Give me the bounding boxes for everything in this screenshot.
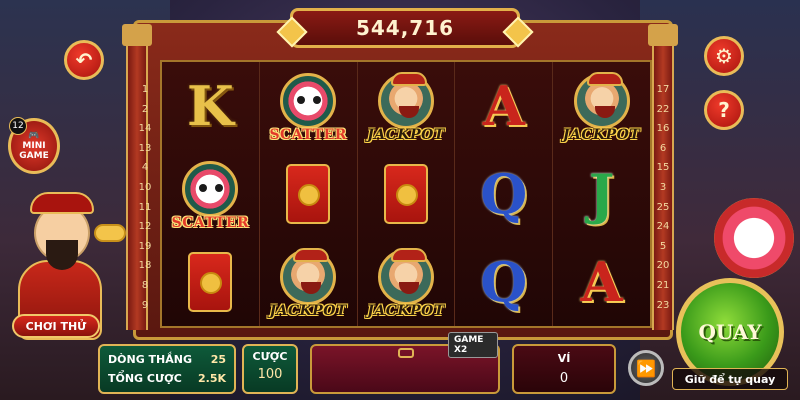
wallet-panel: VÍ 0 <box>512 344 616 394</box>
mini-game-count: 12 <box>9 117 27 135</box>
bet-label: CƯỢC <box>252 350 288 363</box>
payline-number: 20 <box>656 260 670 272</box>
payline-number: 23 <box>656 299 670 311</box>
reel-cell: K <box>162 62 259 150</box>
reel-cell <box>162 238 259 326</box>
payline-number: 22 <box>656 103 670 115</box>
spin-label: QUAY <box>698 320 762 344</box>
reel-cell: JACKPOT <box>358 238 455 326</box>
payline-number: 24 <box>656 221 670 233</box>
reel-5: JACKPOT J A <box>553 62 650 326</box>
reel-2: SCATTER JACKPOT <box>260 62 358 326</box>
jackpot-label: JACKPOT <box>562 127 641 143</box>
payline-number: 14 <box>138 123 152 135</box>
reel-4: AQQ <box>455 62 554 326</box>
reel-cell: Q <box>455 150 552 238</box>
payline-number: 3 <box>659 181 667 193</box>
win-display: GAME X2 <box>310 332 500 394</box>
jackpot-symbol: JACKPOT <box>367 72 444 143</box>
reel-cell: JACKPOT <box>553 62 650 150</box>
payline-number: 19 <box>138 240 152 252</box>
mini-game-button[interactable]: 12 🎮 MINI GAME <box>8 117 60 174</box>
payline-number: 10 <box>138 181 152 193</box>
reel-cell <box>260 150 357 238</box>
scatter-label: SCATTER <box>269 127 347 143</box>
lines-value: 25 <box>210 353 226 366</box>
reel-grid: K SCATTER SCATTER JACKPOT JACKPOT JACKPOT A Q Q J… <box>160 60 652 328</box>
lines-label: DÒNG THẮNG <box>108 353 193 366</box>
back-arrow-icon: ↶ <box>75 48 93 72</box>
bet-button[interactable]: CƯỢC 100 <box>242 344 298 394</box>
help-icon: ? <box>718 98 730 122</box>
payline-number: 5 <box>659 240 667 252</box>
reel-1: K SCATTER <box>162 62 260 326</box>
jackpot-label: JACKPOT <box>367 127 445 143</box>
payline-number: 11 <box>138 201 152 213</box>
symbol-a: A <box>580 250 623 314</box>
fast-forward-icon: ⏩ <box>636 358 656 378</box>
mini-game-label: MINI GAME <box>19 141 49 161</box>
jackpot-symbol: JACKPOT <box>367 248 444 319</box>
settings-button[interactable]: ⚙ <box>704 36 744 76</box>
payline-number: 6 <box>659 142 667 154</box>
back-button[interactable]: ↶ <box>64 40 104 80</box>
red-envelope-symbol <box>383 164 428 224</box>
help-button[interactable]: ? <box>704 90 744 130</box>
scatter-symbol: SCATTER <box>269 73 346 143</box>
payline-numbers-left: 1 2 14 13 4 10 11 12 19 18 8 9 <box>138 80 152 315</box>
scatter-symbol: SCATTER <box>172 161 249 231</box>
symbol-a: A <box>482 74 525 138</box>
payline-number: 13 <box>138 142 152 154</box>
bet-value: 100 <box>257 367 283 382</box>
lines-bet-panel: DÒNG THẮNG 25 TỔNG CƯỢC 2.5K <box>98 344 236 394</box>
reel-cell: A <box>455 62 552 150</box>
symbol-q: Q <box>480 162 528 226</box>
fast-spin-button[interactable]: ⏩ <box>628 350 664 386</box>
payline-number: 15 <box>656 162 670 174</box>
jackpot-symbol: JACKPOT <box>269 248 346 319</box>
payline-number: 9 <box>141 299 149 311</box>
red-envelope-symbol <box>286 164 331 224</box>
gear-icon: ⚙ <box>715 44 733 68</box>
wallet-value: 0 <box>559 371 569 386</box>
reel-cell: Q <box>455 238 552 326</box>
jackpot-label: JACKPOT <box>269 303 347 319</box>
jackpot-value: 544,716 <box>355 16 455 40</box>
reel-cell: SCATTER <box>260 62 357 150</box>
payline-number: 21 <box>656 279 670 291</box>
scatter-label: SCATTER <box>171 215 250 231</box>
payline-number: 12 <box>138 221 152 233</box>
auto-spin-hint: Giữ để tự quay <box>672 368 788 390</box>
reel-cell: A <box>553 238 650 326</box>
jackpot-symbol: JACKPOT <box>563 72 640 143</box>
payline-number: 8 <box>141 279 149 291</box>
total-bet-label: TỔNG CƯỢC <box>108 372 182 385</box>
reel-cell: J <box>553 150 650 238</box>
jackpot-label: JACKPOT <box>367 303 445 319</box>
reel-cell: SCATTER <box>162 150 259 238</box>
wallet-label: VÍ <box>557 352 571 365</box>
reel-cell: JACKPOT <box>358 62 455 150</box>
payline-number: 25 <box>656 201 670 213</box>
try-play-button[interactable]: CHƠI THỬ <box>12 314 100 338</box>
payline-number: 18 <box>138 260 152 272</box>
knot-ornament-icon <box>398 348 414 358</box>
payline-number: 1 <box>141 84 149 95</box>
jackpot-display: 544,716 <box>276 8 534 48</box>
symbol-q: Q <box>480 250 528 314</box>
payline-numbers-right: 17 22 16 6 15 3 25 24 5 20 21 23 <box>656 80 670 315</box>
gamepad-icon: 🎮 <box>28 131 40 141</box>
payline-number: 2 <box>141 103 149 115</box>
total-bet-value: 2.5K <box>197 372 226 385</box>
symbol-j: J <box>588 162 615 226</box>
payline-number: 16 <box>656 123 670 135</box>
symbol-k: K <box>186 74 234 138</box>
payline-number: 4 <box>141 162 149 174</box>
reel-3: JACKPOT JACKPOT <box>358 62 456 326</box>
red-envelope-symbol <box>188 252 233 312</box>
game-x2-badge[interactable]: GAME X2 <box>448 332 498 358</box>
reel-cell <box>358 150 455 238</box>
reel-cell: JACKPOT <box>260 238 357 326</box>
payline-number: 17 <box>656 84 670 95</box>
